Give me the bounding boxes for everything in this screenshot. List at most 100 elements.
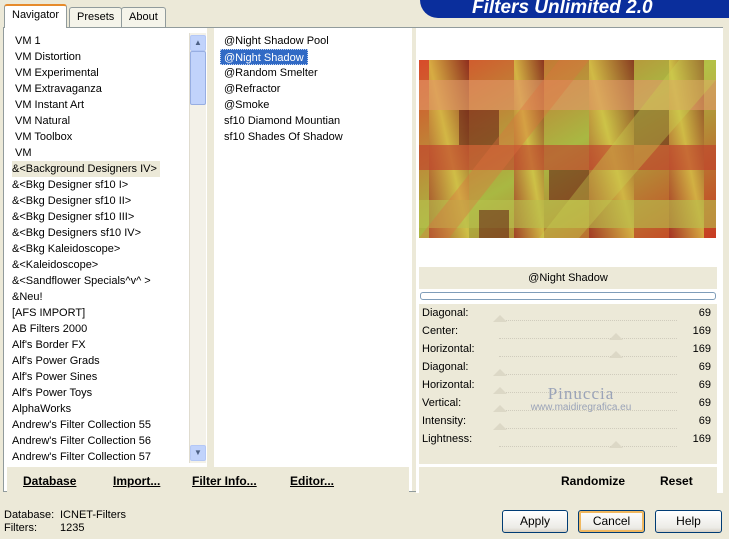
- watermark-url: www.maidiregrafica.eu: [530, 402, 632, 413]
- database-button[interactable]: Database: [23, 474, 76, 488]
- param-slider-knob[interactable]: [493, 423, 507, 430]
- category-item[interactable]: VM: [12, 145, 188, 161]
- category-item[interactable]: Alf's Power Toys: [12, 385, 188, 401]
- param-row: Diagonal: 69: [419, 358, 717, 376]
- status-database-label: Database:: [4, 509, 55, 521]
- filter-item[interactable]: @Refractor: [220, 81, 405, 97]
- filter-item-label: @Smoke: [224, 99, 270, 111]
- param-slider[interactable]: [499, 428, 677, 429]
- category-item[interactable]: VM Distortion: [12, 49, 188, 65]
- category-item[interactable]: &<Background Designers IV>: [12, 161, 188, 177]
- filter-info-button[interactable]: Filter Info...: [192, 474, 257, 488]
- category-item[interactable]: Andrew's Filter Collection 57: [12, 449, 188, 463]
- param-slider[interactable]: [499, 356, 677, 357]
- scroll-thumb[interactable]: [190, 51, 206, 105]
- category-item[interactable]: Andrew's Filter Collection 55: [12, 417, 188, 433]
- scroll-up-button[interactable]: ▲: [190, 35, 206, 51]
- category-item[interactable]: VM Natural: [12, 113, 188, 129]
- category-item-label: Alf's Power Grads: [12, 355, 100, 367]
- tab-presets[interactable]: Presets: [69, 7, 123, 27]
- scroll-down-button[interactable]: ▼: [190, 445, 206, 461]
- category-item[interactable]: &<Bkg Designer sf10 II>: [12, 193, 188, 209]
- category-item-label: &<Bkg Designers sf10 IV>: [12, 227, 142, 239]
- filter-item[interactable]: @Random Smelter: [220, 65, 405, 81]
- category-item-label: Andrew's Filter Collection 55: [12, 419, 152, 431]
- category-item[interactable]: Alf's Power Sines: [12, 369, 188, 385]
- filter-list[interactable]: @Night Shadow Pool @Night Shadow @Random S…: [220, 33, 405, 463]
- randomize-button[interactable]: Randomize: [561, 474, 625, 488]
- filter-item[interactable]: @Night Shadow Pool: [220, 33, 405, 49]
- status-area: Database: ICNET-Filters Filters: 1235: [4, 509, 126, 535]
- category-item[interactable]: &<Bkg Designer sf10 I>: [12, 177, 188, 193]
- filter-item-label: @Refractor: [224, 83, 281, 95]
- category-item-label: VM Experimental: [15, 67, 99, 79]
- param-slider-knob[interactable]: [493, 387, 507, 394]
- help-button[interactable]: Help: [655, 510, 722, 533]
- pane-divider[interactable]: [207, 28, 214, 491]
- param-value: 169: [692, 433, 711, 445]
- preview-image: [419, 60, 716, 238]
- category-scrollbar[interactable]: ▲ ▼: [189, 33, 206, 463]
- category-item[interactable]: &<Kaleidoscope>: [12, 257, 188, 273]
- category-item[interactable]: VM Instant Art: [12, 97, 188, 113]
- filter-item[interactable]: @Smoke: [220, 97, 405, 113]
- param-slider-knob[interactable]: [493, 405, 507, 412]
- filter-item[interactable]: sf10 Shades Of Shadow: [220, 129, 405, 145]
- category-item-label: Alf's Border FX: [12, 339, 86, 351]
- editor-button[interactable]: Editor...: [290, 474, 334, 488]
- param-slider-knob[interactable]: [609, 441, 623, 448]
- left-button-bar: Database Import... Filter Info... Editor…: [7, 467, 409, 493]
- category-item[interactable]: Alf's Power Grads: [12, 353, 188, 369]
- category-item-label: &<Kaleidoscope>: [12, 259, 99, 271]
- database-button-label: Database: [23, 474, 77, 488]
- category-item[interactable]: &<Bkg Kaleidoscope>: [12, 241, 188, 257]
- filter-item[interactable]: sf10 Diamond Mountian: [220, 113, 405, 129]
- category-item[interactable]: &<Bkg Designers sf10 IV>: [12, 225, 188, 241]
- category-item[interactable]: Alf's Border FX: [12, 337, 188, 353]
- param-slider-knob[interactable]: [609, 351, 623, 358]
- category-item-label: VM Extravaganza: [15, 83, 102, 95]
- category-item[interactable]: &<Sandflower Specials^v^ >: [12, 273, 188, 289]
- import-button[interactable]: Import...: [113, 474, 160, 488]
- selected-filter-label: @Night Shadow: [528, 272, 608, 284]
- preview-panel: @Night Shadow Diagonal: 69 Center: 169 Horiz…: [416, 28, 723, 493]
- param-label: Diagonal:: [422, 361, 469, 373]
- param-value: 169: [692, 343, 711, 355]
- filter-item-label: @Night Shadow: [220, 49, 308, 65]
- category-item-label: &<Bkg Designer sf10 I>: [12, 179, 129, 191]
- category-item[interactable]: VM 1: [12, 33, 188, 49]
- reset-button[interactable]: Reset: [660, 474, 693, 488]
- category-item-label: VM: [15, 147, 32, 159]
- category-item[interactable]: VM Experimental: [12, 65, 188, 81]
- param-slider-knob[interactable]: [493, 315, 507, 322]
- category-item[interactable]: VM Toolbox: [12, 129, 188, 145]
- category-item[interactable]: [AFS IMPORT]: [12, 305, 188, 321]
- cancel-button[interactable]: Cancel: [578, 510, 645, 533]
- param-slider[interactable]: [499, 338, 677, 339]
- apply-button[interactable]: Apply: [502, 510, 568, 533]
- category-item[interactable]: AlphaWorks: [12, 401, 188, 417]
- category-item-label: Andrew's Filter Collection 56: [12, 435, 152, 447]
- category-item-label: VM Natural: [15, 115, 71, 127]
- category-item[interactable]: AB Filters 2000: [12, 321, 188, 337]
- param-slider[interactable]: [499, 374, 677, 375]
- filter-item[interactable]: @Night Shadow: [220, 49, 405, 65]
- param-value: 69: [698, 397, 711, 409]
- param-slider[interactable]: [499, 446, 677, 447]
- category-item[interactable]: &<Bkg Designer sf10 III>: [12, 209, 188, 225]
- category-item-label: Andrew's Filter Collection 57: [12, 451, 152, 463]
- editor-button-label: Editor...: [290, 474, 335, 488]
- param-slider-knob[interactable]: [609, 333, 623, 340]
- category-item[interactable]: Andrew's Filter Collection 56: [12, 433, 188, 449]
- progress-bar: [420, 292, 716, 300]
- category-item[interactable]: VM Extravaganza: [12, 81, 188, 97]
- category-item[interactable]: &Neu!: [12, 289, 188, 305]
- param-row: Diagonal: 69: [419, 304, 717, 322]
- param-value: 69: [698, 415, 711, 427]
- tab-navigator[interactable]: Navigator: [4, 4, 68, 28]
- param-slider[interactable]: [499, 320, 677, 321]
- param-slider-knob[interactable]: [493, 369, 507, 376]
- filter-item-label: @Night Shadow Pool: [224, 35, 329, 47]
- category-list[interactable]: VM 1 VM Distortion VM Experimental VM Extra…: [12, 33, 188, 463]
- tab-about[interactable]: About: [121, 7, 166, 27]
